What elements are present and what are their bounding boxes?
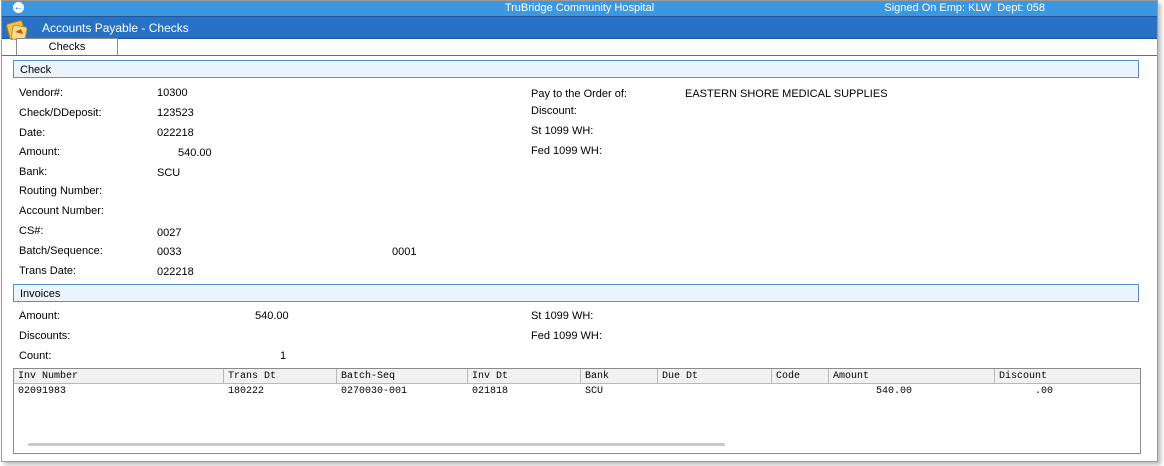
routing-number-label: Routing Number: — [19, 185, 103, 197]
invoice-discounts-label: Discounts: — [19, 330, 71, 342]
trans-date-value: 022218 — [157, 266, 194, 278]
check-value: 123523 — [157, 107, 194, 119]
cell-inv-number: 02091983 — [18, 386, 67, 397]
invoice-st-1099-label: St 1099 WH: — [531, 310, 594, 322]
cs-value: 0027 — [157, 227, 182, 239]
invoice-amount-value: 540.00 — [255, 310, 289, 322]
tab-checks[interactable]: Checks — [16, 38, 118, 56]
invoice-amount-label: Amount: — [19, 310, 60, 322]
cell-discount: .00 — [1034, 386, 1053, 397]
cell-amount: 540.00 — [875, 386, 912, 397]
column-header-inv-dt[interactable]: Inv Dt — [468, 369, 581, 384]
amount-label: Amount: — [19, 146, 60, 158]
app-window: ← TruBridge Community Hospital Signed On… — [1, 0, 1158, 462]
column-header-inv-number[interactable]: Inv Number — [14, 369, 224, 384]
batch-sequence-label: Batch/Sequence: — [19, 245, 103, 257]
account-number-label: Account Number: — [19, 205, 104, 217]
invoice-grid[interactable]: Inv Number Trans Dt Batch-Seq Inv Dt Ban… — [13, 368, 1141, 454]
app-header: Accounts Payable - Checks — [2, 16, 1157, 42]
column-header-due-dt[interactable]: Due Dt — [658, 369, 772, 384]
cell-trans-dt: 180222 — [228, 386, 265, 397]
signed-on-info: Signed On Emp: KLW Dept: 058 — [884, 2, 1045, 14]
column-header-amount[interactable]: Amount — [829, 369, 995, 384]
bank-value: SCU — [157, 167, 181, 179]
invoice-count-label: Count: — [19, 350, 52, 362]
column-header-trans-dt[interactable]: Trans Dt — [224, 369, 337, 384]
trans-date-label: Trans Date: — [19, 265, 77, 277]
cell-batch-seq: 0270030-001 — [341, 386, 408, 397]
pay-to-value: EASTERN SHORE MEDICAL SUPPLIES — [685, 88, 888, 100]
date-value: 022218 — [157, 127, 194, 139]
st-1099-label: St 1099 WH: — [531, 125, 594, 137]
pay-to-label: Pay to the Order of: — [531, 88, 627, 100]
invoice-count-value: 1 — [280, 350, 287, 362]
check-section-header: Check — [13, 60, 1139, 78]
vendor-value: 10300 — [157, 87, 188, 99]
top-bar: ← TruBridge Community Hospital Signed On… — [2, 1, 1157, 16]
app-title: Accounts Payable - Checks — [42, 21, 189, 35]
cs-label: CS#: — [19, 225, 44, 237]
column-header-batch-seq[interactable]: Batch-Seq — [337, 369, 468, 384]
horizontal-scrollbar[interactable] — [28, 443, 725, 446]
batch-value: 0033 — [157, 246, 182, 258]
check-label: Check/DDeposit: — [19, 107, 102, 119]
date-label: Date: — [19, 127, 46, 139]
vendor-label: Vendor#: — [19, 87, 64, 99]
cell-bank: SCU — [585, 386, 604, 397]
sequence-value: 0001 — [392, 246, 417, 258]
fed-1099-label: Fed 1099 WH: — [531, 145, 602, 157]
column-header-bank[interactable]: Bank — [581, 369, 658, 384]
discount-label: Discount: — [531, 105, 577, 117]
bank-label: Bank: — [19, 166, 48, 178]
divider — [2, 55, 1157, 56]
column-header-discount[interactable]: Discount — [995, 369, 1140, 384]
invoice-fed-1099-label: Fed 1099 WH: — [531, 330, 602, 342]
column-header-code[interactable]: Code — [772, 369, 829, 384]
amount-value: 540.00 — [178, 147, 212, 159]
cell-inv-dt: 021818 — [472, 386, 509, 397]
invoices-section-header: Invoices — [13, 284, 1139, 302]
